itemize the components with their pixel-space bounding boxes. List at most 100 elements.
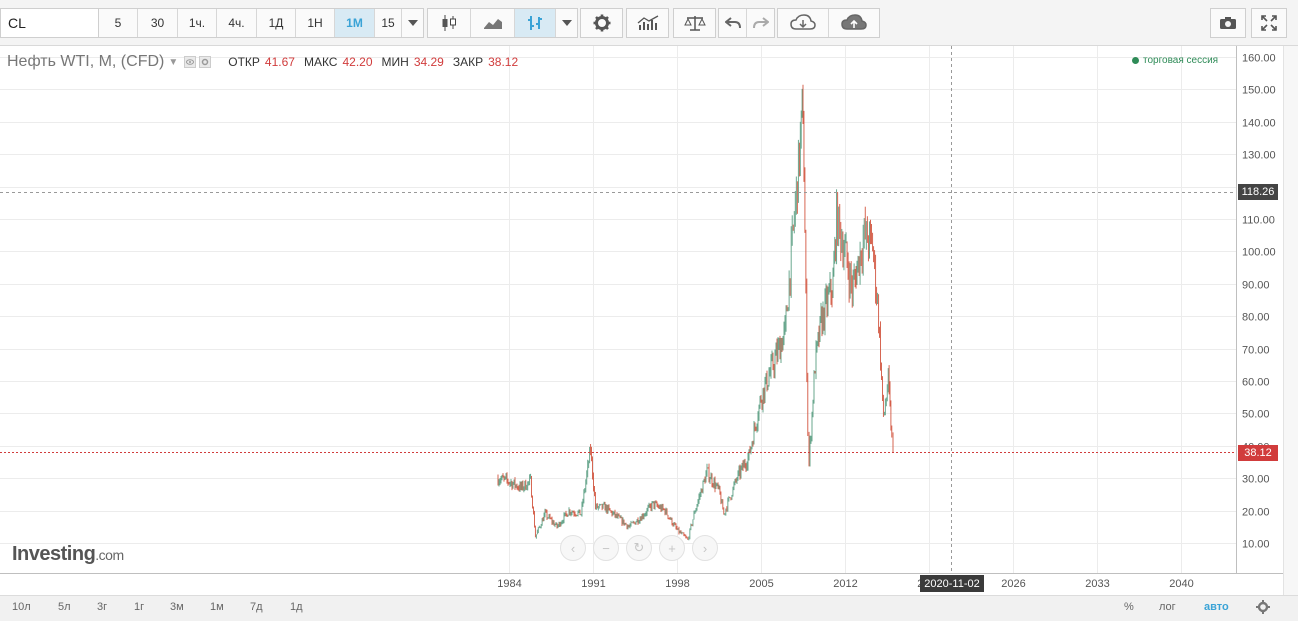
candlestick-icon	[442, 15, 457, 31]
interval-1w-button[interactable]: 1Н	[296, 9, 335, 37]
open-label: ОТКР	[228, 55, 260, 69]
fullscreen-group	[1251, 8, 1287, 38]
candles-button[interactable]	[428, 9, 472, 37]
interval-1mo-button[interactable]: 1М	[335, 9, 375, 37]
chart-navigation: ‹ − ↻ + ›	[560, 535, 718, 561]
instrument-title[interactable]: Нефть WTI, M, (CFD)	[7, 53, 164, 71]
history-group	[718, 8, 775, 38]
ohlc-bars-icon	[528, 16, 543, 30]
chart-legend: Нефть WTI, M, (CFD) ▼ ОТКР 41.67 МАКС 42…	[7, 53, 522, 71]
price-tick-label: 160.00	[1242, 53, 1276, 65]
price-tick-label: 140.00	[1242, 118, 1276, 130]
area-chart-icon	[483, 19, 502, 29]
range-1y-button[interactable]: 1г	[134, 601, 144, 613]
snapshot-group	[1210, 8, 1246, 38]
time-tick-label: 2005	[749, 578, 773, 590]
chart-type-group	[427, 8, 578, 38]
time-tick-label: 1984	[497, 578, 521, 590]
snapshot-button[interactable]	[1211, 9, 1245, 37]
compare-button[interactable]	[674, 9, 715, 37]
cloud-upload-icon	[841, 14, 867, 30]
range-1d-button[interactable]: 1д	[290, 601, 303, 613]
save-chart-button[interactable]	[829, 9, 879, 37]
time-tick-label: 1998	[665, 578, 689, 590]
interval-15m-button[interactable]: 15	[375, 9, 402, 37]
price-tick-label: 100.00	[1242, 247, 1276, 259]
range-1m-button[interactable]: 1м	[210, 601, 224, 613]
auto-scale-button[interactable]: авто	[1204, 601, 1229, 613]
range-3y-button[interactable]: 3г	[97, 601, 107, 613]
price-tick-label: 110.00	[1242, 215, 1275, 227]
session-label: торговая сессия	[1143, 55, 1219, 66]
range-10y-button[interactable]: 10л	[12, 601, 31, 613]
range-3m-button[interactable]: 3м	[170, 601, 184, 613]
range-5y-button[interactable]: 5л	[58, 601, 71, 613]
gear-icon[interactable]	[1256, 600, 1270, 619]
price-tick-label: 30.00	[1242, 474, 1270, 486]
indicators-icon	[637, 15, 658, 30]
high-value: 42.20	[342, 55, 373, 69]
range-bar: 10л 5л 3г 1г 3м 1м 7д 1д % лог авто	[0, 595, 1298, 621]
crosshair-date-tag: 2020-11-02	[920, 575, 984, 592]
price-tick-label: 130.00	[1242, 150, 1276, 162]
compare-group	[673, 8, 716, 38]
bars-chart-button[interactable]	[514, 9, 557, 37]
time-axis[interactable]: 198419911998200520122019202620332040	[497, 578, 1193, 590]
interval-30m-button[interactable]: 30	[138, 9, 178, 37]
time-tick-label: 1991	[581, 578, 605, 590]
symbol-input[interactable]	[0, 8, 100, 38]
gear-icon	[593, 14, 610, 32]
open-value: 41.67	[264, 55, 295, 69]
chevron-down-icon	[407, 20, 418, 26]
price-tick-label: 90.00	[1242, 280, 1270, 292]
eye-icon[interactable]	[184, 56, 197, 68]
interval-5m-button[interactable]: 5	[99, 9, 138, 37]
indicators-button[interactable]	[627, 9, 668, 37]
interval-group: 5 30 1ч. 4ч. 1Д 1Н 1М 15	[98, 8, 424, 38]
interval-dropdown-button[interactable]	[402, 9, 423, 37]
top-toolbar: 5 30 1ч. 4ч. 1Д 1Н 1М 15	[0, 0, 1298, 46]
redo-button[interactable]	[747, 9, 774, 37]
interval-1h-button[interactable]: 1ч.	[178, 9, 217, 37]
chart-app: 5 30 1ч. 4ч. 1Д 1Н 1М 15	[0, 0, 1298, 621]
fullscreen-button[interactable]	[1252, 9, 1286, 37]
price-tick-label: 10.00	[1242, 539, 1270, 551]
zoom-out-button[interactable]: −	[593, 535, 619, 561]
investing-logo: Investing.com	[12, 543, 124, 565]
settings-group	[580, 8, 623, 38]
chart-grid	[0, 46, 1283, 574]
load-chart-button[interactable]	[778, 9, 829, 37]
expand-icon	[1261, 15, 1277, 31]
interval-4h-button[interactable]: 4ч.	[217, 9, 257, 37]
scales-icon	[683, 16, 706, 31]
price-tick-label: 150.00	[1242, 85, 1276, 97]
chart-overlays	[0, 46, 1236, 573]
price-axis[interactable]: 10.0020.0030.0040.0050.0060.0070.0080.00…	[1242, 53, 1276, 551]
crosshair-price-tag: 118.26	[1238, 184, 1278, 200]
line-chart-button[interactable]	[471, 9, 515, 37]
gear-icon[interactable]	[199, 56, 212, 68]
chart-type-dropdown-button[interactable]	[556, 9, 577, 37]
log-scale-button[interactable]: лог	[1159, 601, 1176, 613]
last-price-tag: 38.12	[1238, 445, 1278, 461]
candlestick-series	[497, 84, 894, 541]
range-7d-button[interactable]: 7д	[250, 601, 263, 613]
percent-scale-button[interactable]: %	[1124, 601, 1134, 613]
price-chart[interactable]: 10.0020.0030.0040.0050.0060.0070.0080.00…	[0, 46, 1283, 595]
right-gutter	[1283, 46, 1298, 595]
zoom-in-button[interactable]: +	[659, 535, 685, 561]
reset-button[interactable]: ↻	[626, 535, 652, 561]
price-tick-label: 70.00	[1242, 345, 1270, 357]
price-tick-label: 50.00	[1242, 409, 1270, 421]
cloud-group	[777, 8, 880, 38]
interval-1d-button[interactable]: 1Д	[257, 9, 296, 37]
settings-button[interactable]	[581, 9, 622, 37]
price-tick-label: 80.00	[1242, 312, 1270, 324]
time-tick-label: 2012	[833, 578, 857, 590]
undo-button[interactable]	[719, 9, 747, 37]
time-tick-label: 2040	[1169, 578, 1193, 590]
scroll-right-button[interactable]: ›	[692, 535, 718, 561]
price-tick-label: 20.00	[1242, 507, 1270, 519]
scroll-left-button[interactable]: ‹	[560, 535, 586, 561]
caret-down-icon[interactable]: ▼	[168, 57, 178, 68]
